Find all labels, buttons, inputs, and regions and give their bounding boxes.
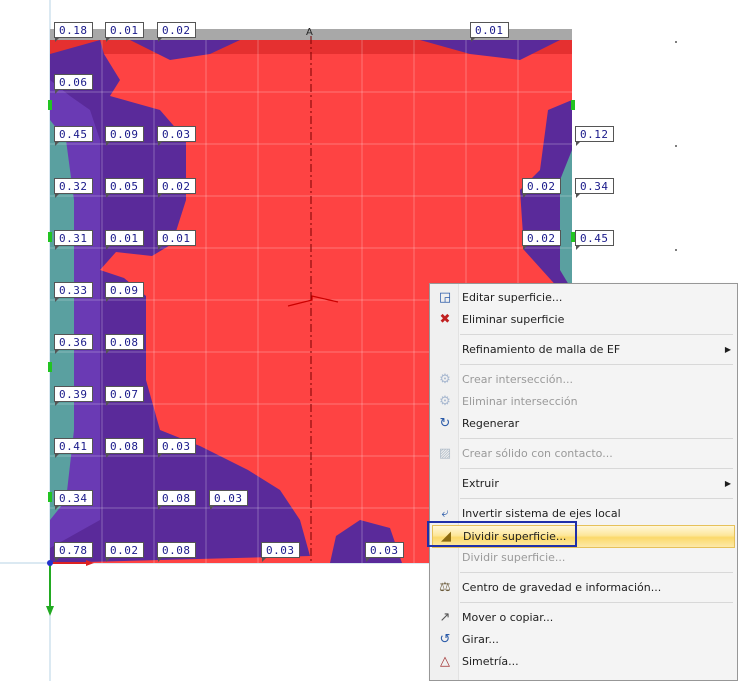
edit-surface-icon: ◲ [438,290,452,305]
menu-separator [460,334,733,335]
result-label: 0.07 [105,386,144,406]
delete-surface-icon: ✖ [439,312,451,327]
menu-separator [460,602,733,603]
menu-item-mirror[interactable]: △ Simetría... [432,651,735,672]
result-label: 0.08 [105,334,144,354]
move-copy-icon: ↗ [439,610,451,625]
invert-axes-icon: ⤶ [441,506,449,521]
result-label: 0.03 [157,126,196,146]
global-y-axis-icon [46,606,54,616]
menu-separator [460,498,733,499]
create-intersection-icon: ⚙ [439,372,451,387]
result-label: 0.36 [54,334,93,354]
highlight-frame [427,521,577,547]
menu-item-divide-surface-disabled[interactable]: Dividir superficie... [432,547,735,568]
result-label: 0.41 [54,438,93,458]
result-label: 0.02 [522,230,561,250]
mirror-icon: △ [440,654,450,669]
result-label: 0.03 [157,438,196,458]
menu-item-move-copy[interactable]: ↗ Mover o copiar... [432,607,735,628]
solid-contact-icon: ▨ [438,446,452,461]
regenerate-icon: ↻ [439,416,451,431]
result-label: 0.03 [209,490,248,510]
result-label: 0.02 [157,22,196,42]
support-node[interactable] [48,100,52,110]
menu-item-rotate[interactable]: ↺ Girar... [432,629,735,650]
result-label: 0.09 [105,282,144,302]
menu-item-delete-intersection[interactable]: ⚙ Eliminar intersección [432,391,735,412]
result-label: 0.05 [105,178,144,198]
result-label: 0.01 [157,230,196,250]
result-label: 0.08 [157,542,196,562]
result-label: 0.18 [54,22,93,42]
menu-item-edit-surface[interactable]: ◲ Editar superficie... [432,287,735,308]
menu-item-regenerate[interactable]: ↻ Regenerar [432,413,735,434]
result-label: 0.02 [157,178,196,198]
result-label: 0.01 [470,22,509,42]
menu-item-delete-surface[interactable]: ✖ Eliminar superficie [432,309,735,330]
result-label: 0.08 [157,490,196,510]
menu-separator [460,364,733,365]
delete-intersection-icon: ⚙ [439,394,451,409]
menu-item-create-intersection[interactable]: ⚙ Crear intersección... [432,369,735,390]
result-label: 0.01 [105,230,144,250]
result-label: 0.06 [54,74,93,94]
result-label: 0.02 [522,178,561,198]
axis-label: A [306,27,313,38]
result-label: 0.32 [54,178,93,198]
support-node[interactable] [48,362,52,372]
rotate-icon: ↺ [439,632,451,647]
menu-separator [460,468,733,469]
result-label: 0.09 [105,126,144,146]
result-label: 0.33 [54,282,93,302]
submenu-arrow-icon: ▶ [724,479,731,488]
result-label: 0.03 [365,542,404,562]
result-label: 0.12 [575,126,614,146]
result-label: 0.34 [54,490,93,510]
result-label: 0.45 [54,126,93,146]
menu-item-mesh-refinement[interactable]: Refinamiento de malla de EF ▶ [432,339,735,360]
support-node[interactable] [571,100,575,110]
result-label: 0.39 [54,386,93,406]
context-menu: ◲ Editar superficie... ✖ Eliminar superf… [429,283,738,681]
result-label: 0.31 [54,230,93,250]
menu-separator [460,572,733,573]
result-label: 0.45 [575,230,614,250]
result-label: 0.03 [261,542,300,562]
support-node[interactable] [48,232,52,242]
menu-item-extrude[interactable]: Extruir ▶ [432,473,735,494]
result-label: 0.01 [105,22,144,42]
result-label: 0.08 [105,438,144,458]
submenu-arrow-icon: ▶ [724,345,731,354]
result-label: 0.34 [575,178,614,198]
result-label: 0.02 [105,542,144,562]
support-node[interactable] [48,492,52,502]
menu-separator [460,438,733,439]
result-label: 0.78 [54,542,93,562]
menu-item-solid-contact[interactable]: ▨ Crear sólido con contacto... [432,443,735,464]
center-gravity-icon: ⚖ [439,580,451,595]
menu-item-center-gravity[interactable]: ⚖ Centro de gravedad e información... [432,577,735,598]
